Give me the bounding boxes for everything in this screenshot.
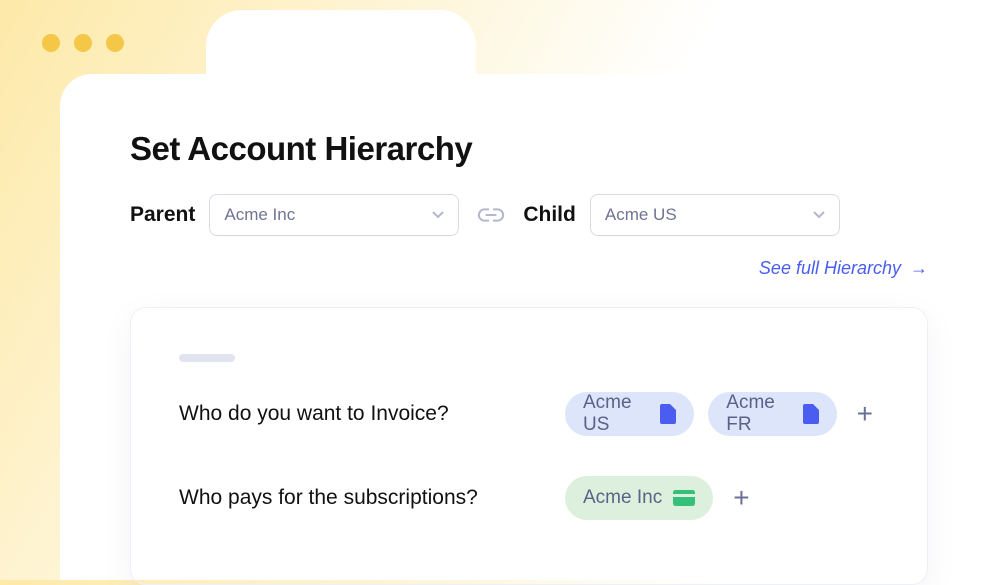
document-icon <box>803 404 819 424</box>
traffic-light-icon <box>74 34 92 52</box>
parent-group: Parent Acme Inc <box>130 194 459 236</box>
add-payer-button[interactable]: + <box>727 484 755 512</box>
parent-dropdown[interactable]: Acme Inc <box>209 194 459 236</box>
chip-label: Acme US <box>583 392 649 436</box>
invoice-chip[interactable]: Acme FR <box>708 392 836 436</box>
credit-card-icon <box>673 490 695 506</box>
chevron-down-icon <box>432 211 444 219</box>
invoice-chip[interactable]: Acme US <box>565 392 694 436</box>
settings-card: Who do you want to Invoice? Acme US Acme… <box>130 307 928 585</box>
child-group: Child Acme US <box>523 194 840 236</box>
invoice-chips: Acme US Acme FR + <box>565 392 879 436</box>
child-dropdown[interactable]: Acme US <box>590 194 840 236</box>
invoice-question: Who do you want to Invoice? <box>179 402 519 426</box>
page-title: Set Account Hierarchy <box>130 130 928 168</box>
chevron-down-icon <box>813 211 825 219</box>
chip-label: Acme FR <box>726 392 791 436</box>
parent-value: Acme Inc <box>224 205 295 225</box>
payer-question: Who pays for the subscriptions? <box>179 486 519 510</box>
browser-tab[interactable] <box>206 10 476 80</box>
parent-label: Parent <box>130 203 195 227</box>
child-label: Child <box>523 203 576 227</box>
add-invoice-button[interactable]: + <box>851 400 879 428</box>
hierarchy-selectors: Parent Acme Inc Child Acme US <box>130 194 928 236</box>
payer-row: Who pays for the subscriptions? Acme Inc… <box>179 476 879 520</box>
payer-chip[interactable]: Acme Inc <box>565 476 713 520</box>
invoice-row: Who do you want to Invoice? Acme US Acme… <box>179 392 879 436</box>
window-controls <box>42 34 124 52</box>
skeleton-bar <box>179 354 235 362</box>
arrow-right-icon: → <box>910 258 928 278</box>
document-icon <box>660 404 676 424</box>
link-text: See full Hierarchy <box>759 258 901 278</box>
child-value: Acme US <box>605 205 677 225</box>
payer-chips: Acme Inc + <box>565 476 756 520</box>
main-window: Set Account Hierarchy Parent Acme Inc Ch… <box>60 74 988 580</box>
see-full-hierarchy-link[interactable]: See full Hierarchy → <box>130 258 928 279</box>
traffic-light-icon <box>42 34 60 52</box>
link-icon <box>477 201 505 229</box>
chip-label: Acme Inc <box>583 487 662 509</box>
traffic-light-icon <box>106 34 124 52</box>
